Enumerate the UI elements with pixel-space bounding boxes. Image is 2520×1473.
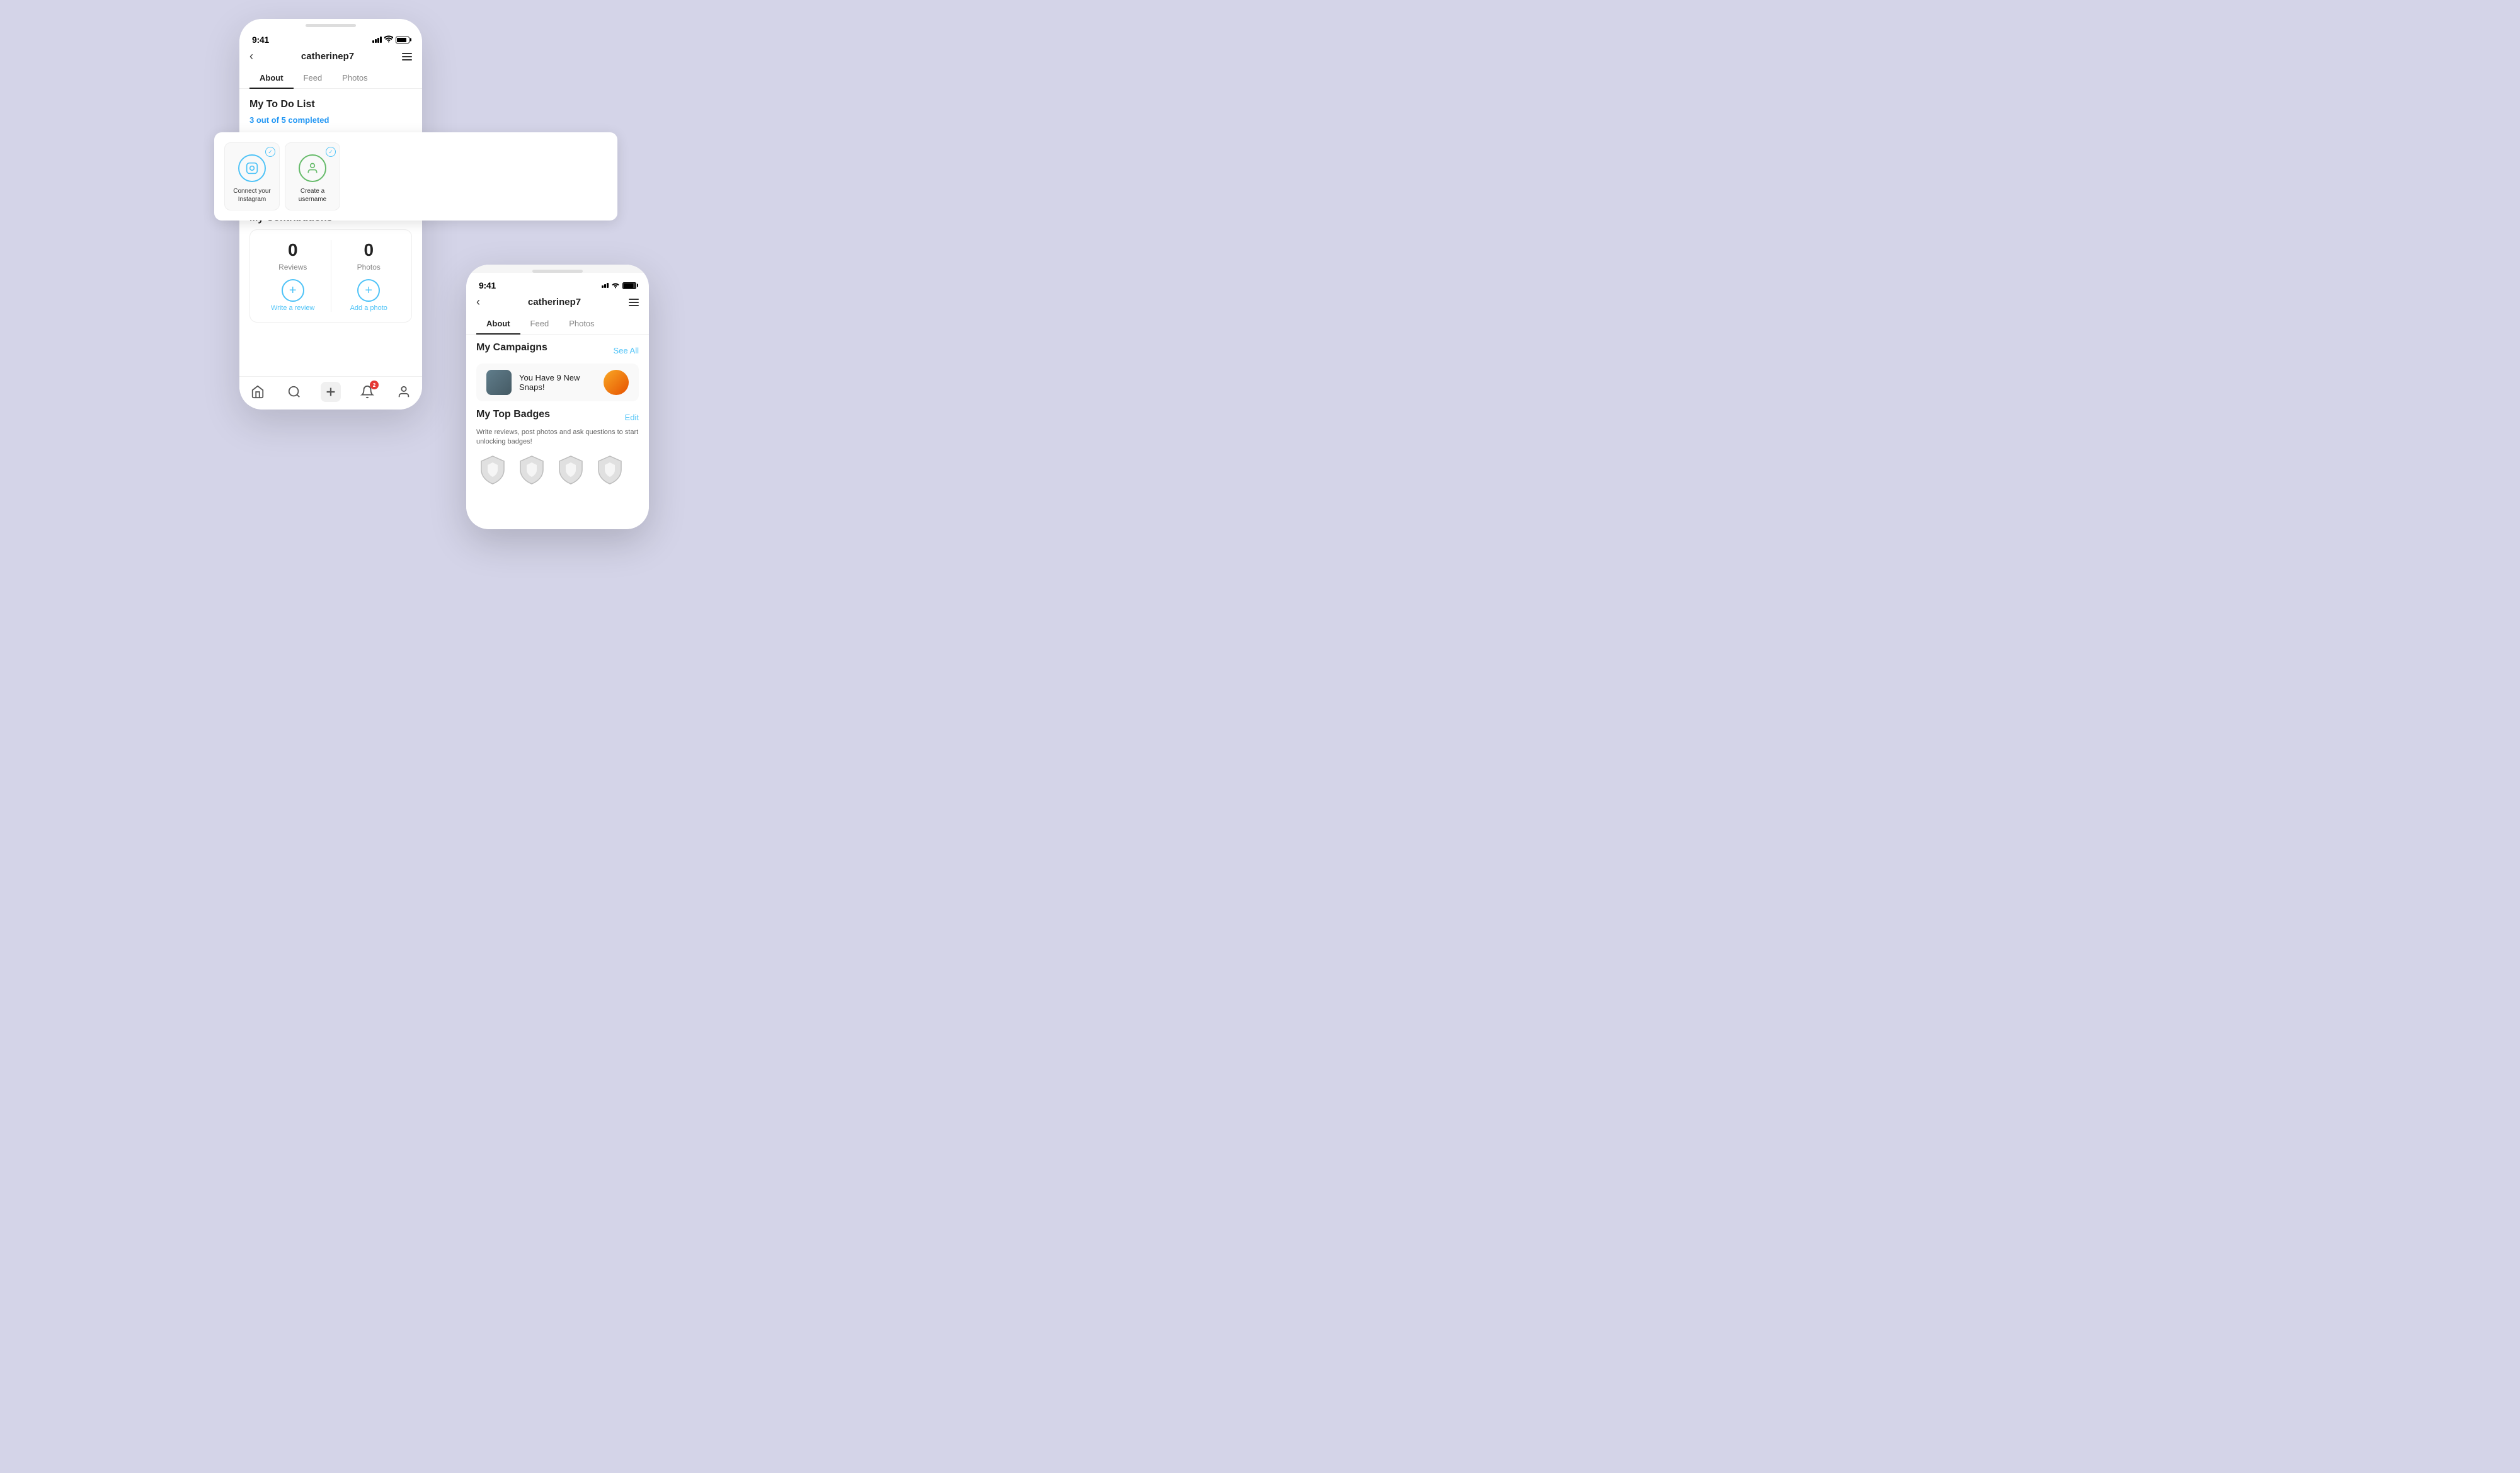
- menu-button-2[interactable]: [629, 299, 639, 306]
- todo-card-instagram[interactable]: ✓ Connect yourInstagram: [224, 142, 280, 210]
- badge-item-1: [476, 454, 509, 486]
- tab-photos-2[interactable]: Photos: [559, 314, 604, 335]
- time-2: 9:41: [479, 280, 496, 290]
- tab-about-2[interactable]: About: [476, 314, 520, 335]
- time-1: 9:41: [252, 35, 269, 45]
- check-badge-instagram: ✓: [265, 147, 275, 157]
- contributions-card: 0 Reviews + Write a review 0 Photos + Ad…: [249, 229, 412, 323]
- campaign-thumb-img2: [604, 370, 629, 395]
- contrib-photos-count: 0: [364, 240, 374, 260]
- todo-title: My To Do List: [249, 99, 412, 110]
- tab-about-1[interactable]: About: [249, 68, 294, 89]
- write-review-link[interactable]: Write a review: [271, 304, 314, 312]
- menu-button-1[interactable]: [402, 53, 412, 60]
- username-title-1: catherinep7: [301, 51, 354, 62]
- signal-bars-2: [602, 283, 609, 288]
- completed-text: 3 out of 5 completed: [249, 115, 412, 125]
- contrib-reviews-label: Reviews: [278, 263, 307, 272]
- campaigns-header: My Campaigns See All: [466, 335, 649, 364]
- nav-profile-1[interactable]: [394, 382, 414, 402]
- edit-badges-button[interactable]: Edit: [625, 413, 639, 422]
- wifi-icon-2: [611, 281, 620, 290]
- badges-header: My Top Badges Edit: [466, 401, 649, 428]
- badge-item-3: [554, 454, 587, 486]
- phone2-content: ‹ catherinep7 About Feed Photos My Campa…: [466, 293, 649, 529]
- tab-feed-1[interactable]: Feed: [294, 68, 333, 89]
- tabs-1: About Feed Photos: [239, 68, 422, 89]
- campaign-item-1[interactable]: You Have 9 New Snaps!: [476, 364, 639, 401]
- menu-line-3: [402, 59, 412, 60]
- top-bar-1: ‹ catherinep7: [239, 47, 422, 68]
- signal-bar-2-3: [607, 283, 609, 288]
- campaign-name-1: You Have 9 New Snaps!: [519, 373, 596, 392]
- check-badge-username: ✓: [326, 147, 336, 157]
- badge-item-4: [593, 454, 626, 486]
- campaign-thumb-1: [486, 370, 512, 395]
- status-bar-2: 9:41: [466, 273, 649, 293]
- badges-title: My Top Badges: [476, 409, 550, 420]
- signal-bar-1: [372, 40, 374, 43]
- completed-out-of: out of 5 completed: [256, 115, 329, 125]
- signal-bar-2-1: [602, 285, 604, 288]
- badges-description: Write reviews, post photos and ask quest…: [466, 428, 649, 454]
- completed-count: 3: [249, 115, 254, 125]
- todo-label-username: Create ausername: [299, 187, 326, 203]
- menu-line-2-1: [629, 299, 639, 300]
- menu-line-1: [402, 53, 412, 54]
- badge-item-2: [515, 454, 548, 486]
- todo-card-username[interactable]: ✓ Create ausername: [285, 142, 340, 210]
- menu-line-2-2: [629, 302, 639, 303]
- contrib-photos: 0 Photos + Add a photo: [336, 240, 402, 312]
- menu-line-2: [402, 56, 412, 57]
- nav-notifications-1[interactable]: 2: [357, 382, 377, 402]
- battery-1: [396, 37, 410, 43]
- person-icon-circle: [299, 154, 326, 182]
- todo-label-instagram: Connect yourInstagram: [233, 187, 270, 203]
- status-bar-1: 9:41: [239, 27, 422, 47]
- add-photo-link[interactable]: Add a photo: [350, 304, 387, 312]
- signal-bar-3: [377, 38, 379, 43]
- nav-search-1[interactable]: [284, 382, 304, 402]
- signal-bars-1: [372, 37, 382, 43]
- username-title-2: catherinep7: [528, 297, 581, 307]
- nav-add-1[interactable]: [321, 382, 341, 402]
- notification-badge-1: 2: [370, 381, 379, 389]
- contrib-reviews: 0 Reviews + Write a review: [260, 240, 326, 312]
- back-button-2[interactable]: ‹: [476, 295, 480, 309]
- phone2: 9:41 ‹ cathe: [466, 265, 649, 529]
- add-review-button[interactable]: +: [282, 279, 304, 302]
- battery-fill-2: [624, 284, 633, 288]
- contrib-photos-label: Photos: [357, 263, 381, 272]
- status-icons-1: [372, 35, 410, 45]
- campaigns-title: My Campaigns: [476, 342, 547, 353]
- see-all-button[interactable]: See All: [614, 346, 639, 355]
- todo-wide-strip: ✓ Connect yourInstagram ✓ Create auserna…: [214, 132, 617, 221]
- instagram-icon-circle: [238, 154, 266, 182]
- campaign-thumb-img-1: [486, 370, 512, 395]
- back-button-1[interactable]: ‹: [249, 50, 253, 63]
- add-photo-button[interactable]: +: [357, 279, 380, 302]
- tab-feed-2[interactable]: Feed: [520, 314, 559, 335]
- wifi-icon-1: [384, 35, 393, 45]
- top-bar-2: ‹ catherinep7: [466, 293, 649, 314]
- tabs-2: About Feed Photos: [466, 314, 649, 335]
- signal-bar-4: [380, 37, 382, 43]
- contrib-reviews-count: 0: [288, 240, 298, 260]
- battery-fill-1: [397, 38, 406, 42]
- nav-home-1[interactable]: [248, 382, 268, 402]
- signal-bar-2-2: [604, 284, 606, 288]
- signal-bar-2: [375, 39, 377, 43]
- bottom-nav-1: 2: [239, 376, 422, 410]
- badges-row: [466, 454, 649, 486]
- tab-photos-1[interactable]: Photos: [332, 68, 377, 89]
- battery-2: [622, 282, 636, 289]
- menu-line-2-3: [629, 305, 639, 306]
- status-icons-2: [602, 281, 636, 290]
